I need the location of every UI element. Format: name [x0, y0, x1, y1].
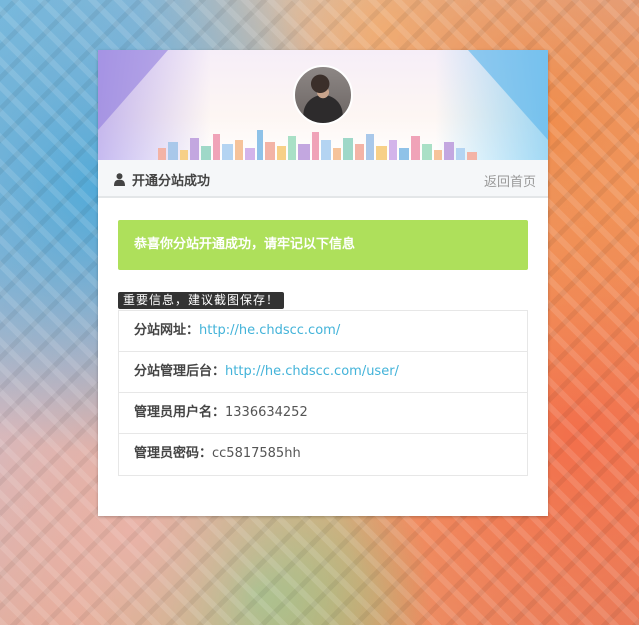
password-value: cc5817585hh: [212, 446, 301, 461]
site-url-link[interactable]: http://he.chdscc.com/: [199, 323, 340, 338]
notice-badge: 重要信息，建议截图保存！: [118, 292, 285, 309]
success-card: 开通分站成功 返回首页 恭喜你分站开通成功，请牢记以下信息 重要信息，建议截图保…: [98, 50, 548, 516]
password-label: 管理员密码：: [134, 446, 213, 461]
username-label: 管理员用户名：: [134, 405, 226, 420]
admin-url-label: 分站管理后台：: [134, 364, 226, 379]
username-value: 1336634252: [225, 405, 308, 420]
info-row-password: 管理员密码：cc5817585hh: [119, 434, 527, 475]
admin-url-link[interactable]: http://he.chdscc.com/user/: [225, 364, 399, 379]
back-home-link[interactable]: 返回首页: [484, 171, 536, 190]
banner: [98, 50, 548, 160]
info-row-username: 管理员用户名：1336634252: [119, 393, 527, 434]
panel-header: 开通分站成功 返回首页: [98, 160, 548, 198]
page-title: 开通分站成功: [132, 174, 211, 189]
info-list: 分站网址：http://he.chdscc.com/ 分站管理后台：http:/…: [118, 310, 528, 476]
info-row-site-url: 分站网址：http://he.chdscc.com/: [119, 311, 527, 352]
success-alert: 恭喜你分站开通成功，请牢记以下信息: [118, 220, 528, 270]
avatar: [293, 65, 353, 125]
city-skyline-image: [158, 130, 477, 160]
site-url-label: 分站网址：: [134, 323, 200, 338]
user-icon: [114, 173, 125, 186]
info-row-admin-url: 分站管理后台：http://he.chdscc.com/user/: [119, 352, 527, 393]
panel-title-container: 开通分站成功: [114, 170, 210, 189]
banner-decoration-left: [98, 50, 168, 130]
